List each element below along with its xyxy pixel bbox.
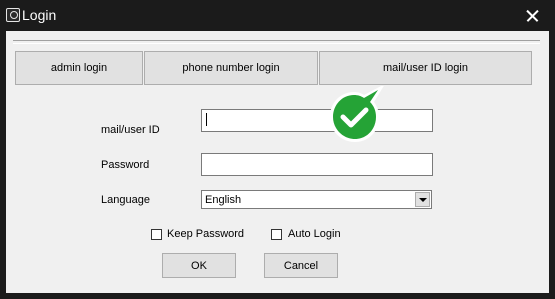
keep-password-checkbox[interactable] xyxy=(151,229,162,240)
checkmark-badge-icon xyxy=(330,86,384,142)
mail-user-id-login-button[interactable]: mail/user ID login xyxy=(319,51,532,85)
window-title: Login xyxy=(22,7,57,23)
language-selected-value: English xyxy=(205,194,242,206)
account-input-wrapper xyxy=(201,109,433,132)
language-select[interactable]: English xyxy=(201,190,432,209)
close-icon[interactable] xyxy=(509,0,555,31)
group-divider xyxy=(13,40,540,44)
auto-login-checkbox[interactable] xyxy=(271,229,282,240)
language-label: Language xyxy=(101,194,150,206)
auto-login-label[interactable]: Auto Login xyxy=(288,228,341,240)
ok-button[interactable]: OK xyxy=(162,253,236,278)
account-label: mail/user ID xyxy=(101,124,160,136)
chevron-down-icon[interactable] xyxy=(415,192,430,207)
title-bar: Login xyxy=(0,0,555,31)
text-caret xyxy=(206,113,207,126)
keep-password-label[interactable]: Keep Password xyxy=(167,228,244,240)
password-input[interactable] xyxy=(201,153,433,176)
account-input[interactable] xyxy=(201,109,433,132)
app-window-icon xyxy=(6,8,20,22)
password-label: Password xyxy=(101,159,150,171)
admin-login-button[interactable]: admin login xyxy=(15,51,143,85)
phone-number-login-button[interactable]: phone number login xyxy=(144,51,318,85)
dialog-body: admin login phone number login mail/user… xyxy=(6,31,549,293)
cancel-button[interactable]: Cancel xyxy=(264,253,338,278)
